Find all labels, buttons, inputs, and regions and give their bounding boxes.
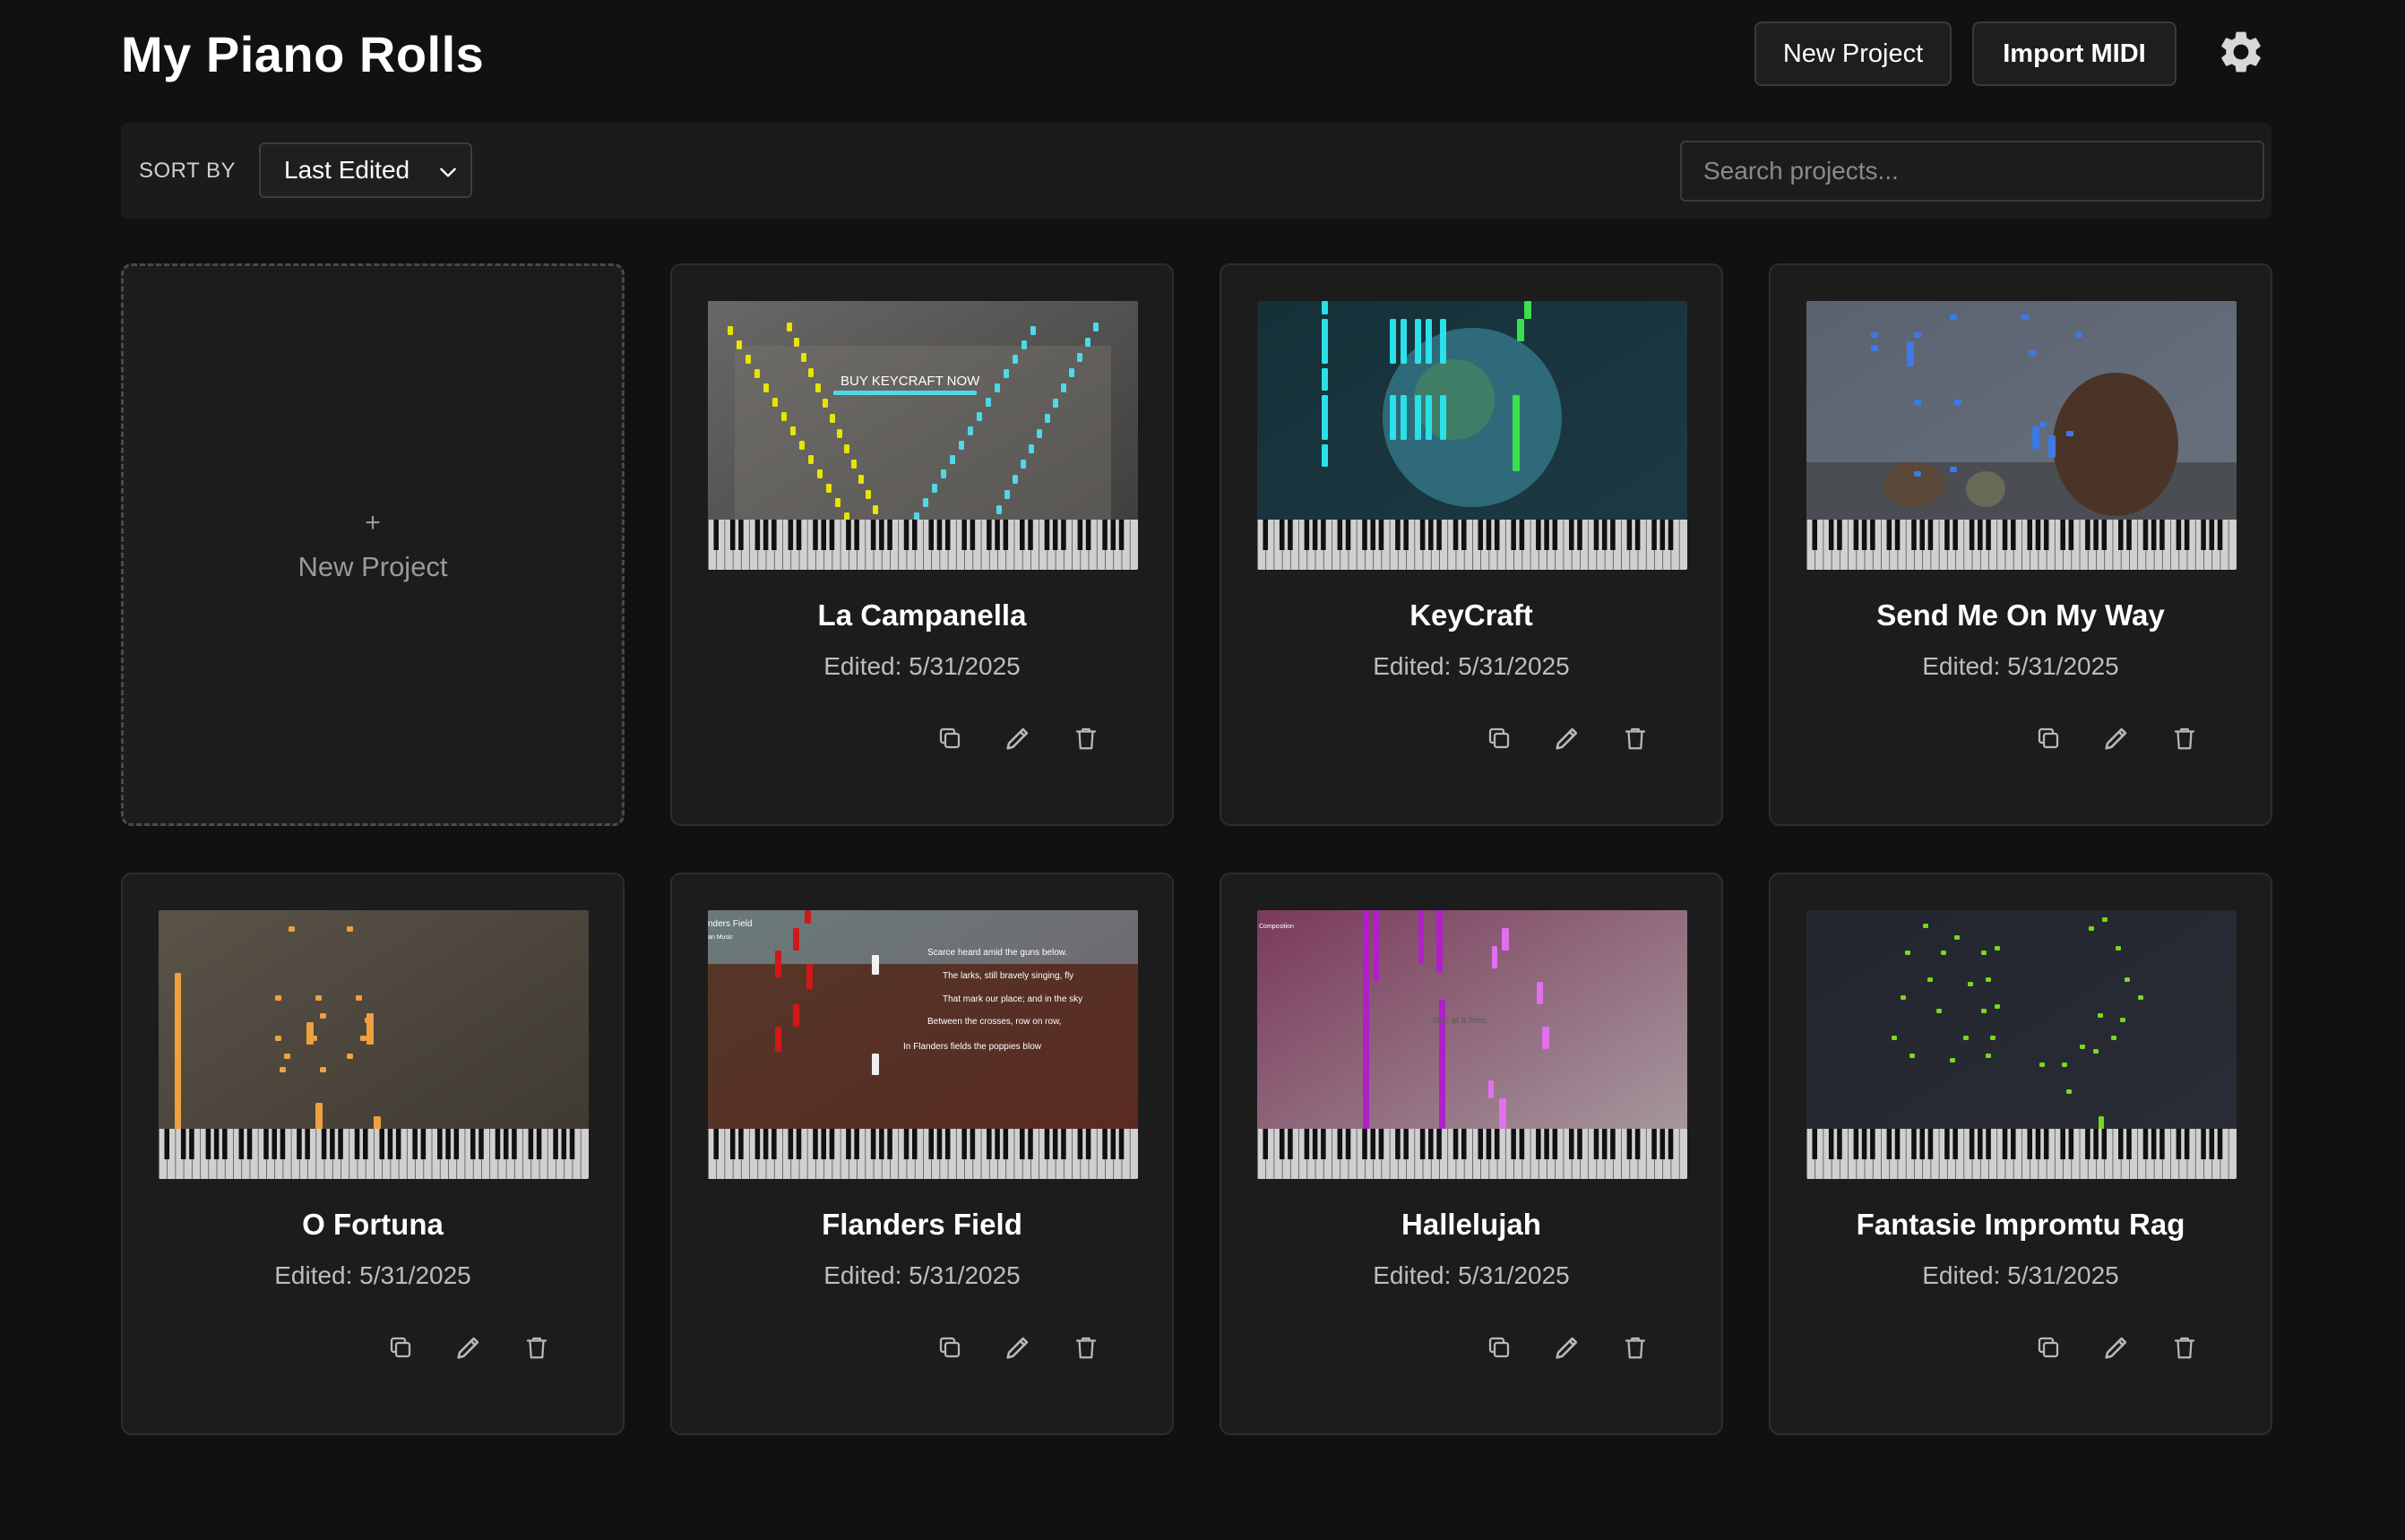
trash-icon[interactable] [1617, 720, 1653, 756]
pencil-icon[interactable] [1000, 1329, 1036, 1365]
project-actions [672, 1329, 1172, 1365]
search-input[interactable] [1680, 141, 2264, 202]
project-card[interactable]: KeyCraft Edited: 5/31/2025 [1220, 263, 1723, 826]
project-thumbnail[interactable] [159, 910, 589, 1179]
duplicate-icon[interactable] [2030, 720, 2066, 756]
pencil-icon[interactable] [2099, 1329, 2134, 1365]
new-project-card-label: New Project [297, 551, 448, 582]
project-card[interactable]: Send Me On My Way Edited: 5/31/2025 [1769, 263, 2272, 826]
piano-keyboard [1806, 1129, 2237, 1179]
project-title: La Campanella [817, 598, 1027, 632]
pencil-icon[interactable] [1549, 720, 1585, 756]
trash-icon[interactable] [1617, 1329, 1653, 1365]
project-actions [672, 720, 1172, 756]
project-card[interactable]: O Fortuna Edited: 5/31/2025 [121, 873, 625, 1435]
video-sublabel: an Music [708, 934, 734, 941]
project-edited-date: Edited: 5/31/2025 [823, 1261, 1021, 1289]
project-card[interactable]: nders Field an Music Scarce heard amid the… [670, 873, 1174, 1435]
project-edited-date: Edited: 5/31/2025 [823, 652, 1021, 680]
new-project-card[interactable]: + New Project [121, 263, 625, 826]
project-title: KeyCraft [1409, 598, 1533, 632]
project-card[interactable]: BUY KEYCRAFT NOW La Campanella Edited: 5/3… [670, 263, 1174, 826]
plus-icon: + [365, 508, 381, 538]
project-thumbnail[interactable] [1806, 910, 2237, 1179]
project-thumbnail[interactable]: BUY KEYCRAFT NOW [708, 301, 1138, 570]
header: My Piano Rolls New Project Import MIDI [121, 0, 2271, 116]
video-label: Composition [1259, 924, 1294, 930]
project-title: Send Me On My Way [1876, 598, 2165, 632]
trash-icon[interactable] [1068, 720, 1104, 756]
duplicate-icon[interactable] [932, 720, 968, 756]
video-label: nders Field [708, 919, 752, 929]
project-thumbnail[interactable] [1806, 301, 2237, 570]
sort-select[interactable]: Last Edited [259, 142, 472, 198]
lyric-line: That mark our place; and in the sky [943, 994, 1082, 1004]
project-actions [1771, 1329, 2271, 1365]
project-actions [1221, 720, 1721, 756]
toolbar: SORT BY Last Edited [121, 123, 2271, 219]
overlay-text: step at a time. [1432, 1016, 1488, 1026]
pencil-icon[interactable] [451, 1329, 487, 1365]
project-thumbnail[interactable]: nders Field an Music Scarce heard amid the… [708, 910, 1138, 1179]
mammoth-image [2053, 373, 2178, 516]
lyric-line: Between the crosses, row on row, [927, 1017, 1062, 1027]
duplicate-icon[interactable] [1481, 1329, 1517, 1365]
pencil-icon[interactable] [1000, 720, 1036, 756]
project-card[interactable]: Fantasie Impromtu Rag Edited: 5/31/2025 [1769, 873, 2272, 1435]
project-actions [1771, 720, 2271, 756]
trash-icon[interactable] [1068, 1329, 1104, 1365]
sort-select-value: Last Edited [284, 156, 410, 184]
pencil-icon[interactable] [2099, 720, 2134, 756]
piano-keyboard [708, 520, 1138, 570]
lyric-line: Scarce heard amid the guns below. [927, 948, 1067, 958]
lyric-line: The larks, still bravely singing, fly [943, 971, 1073, 981]
piano-keyboard [1257, 520, 1687, 570]
project-title: O Fortuna [302, 1208, 444, 1241]
trash-icon[interactable] [519, 1329, 555, 1365]
chevron-down-icon [440, 168, 456, 177]
project-edited-date: Edited: 5/31/2025 [1922, 1261, 2119, 1289]
trash-icon[interactable] [2167, 720, 2202, 756]
duplicate-icon[interactable] [383, 1329, 418, 1365]
project-edited-date: Edited: 5/31/2025 [1922, 652, 2119, 680]
project-thumbnail[interactable]: step at a time. Composition [1257, 910, 1687, 1179]
piano-keyboard [1806, 520, 2237, 570]
lyric-line: In Flanders fields the poppies blow [903, 1042, 1042, 1052]
duplicate-icon[interactable] [1481, 720, 1517, 756]
project-title: Hallelujah [1401, 1208, 1541, 1241]
piano-keyboard [1257, 1129, 1687, 1179]
project-edited-date: Edited: 5/31/2025 [1373, 652, 1570, 680]
project-edited-date: Edited: 5/31/2025 [1373, 1261, 1570, 1289]
duplicate-icon[interactable] [2030, 1329, 2066, 1365]
project-title: Fantasie Impromtu Rag [1856, 1208, 2185, 1241]
project-title: Flanders Field [822, 1208, 1022, 1241]
duplicate-icon[interactable] [932, 1329, 968, 1365]
pencil-icon[interactable] [1549, 1329, 1585, 1365]
import-midi-button[interactable]: Import MIDI [1972, 22, 2177, 86]
gear-icon[interactable] [2216, 27, 2266, 77]
new-project-button[interactable]: New Project [1754, 22, 1952, 86]
project-card[interactable]: step at a time. Composition Hallelujah Edit… [1220, 873, 1723, 1435]
sort-label: SORT BY [139, 159, 236, 183]
project-edited-date: Edited: 5/31/2025 [274, 1261, 471, 1289]
project-actions [123, 1329, 623, 1365]
piano-keyboard [159, 1129, 589, 1179]
piano-keyboard [708, 1129, 1138, 1179]
project-actions [1221, 1329, 1721, 1365]
overlay-text: BUY KEYCRAFT NOW [840, 374, 980, 389]
trash-icon[interactable] [2167, 1329, 2202, 1365]
project-thumbnail[interactable] [1257, 301, 1687, 570]
page-title: My Piano Rolls [121, 26, 485, 82]
